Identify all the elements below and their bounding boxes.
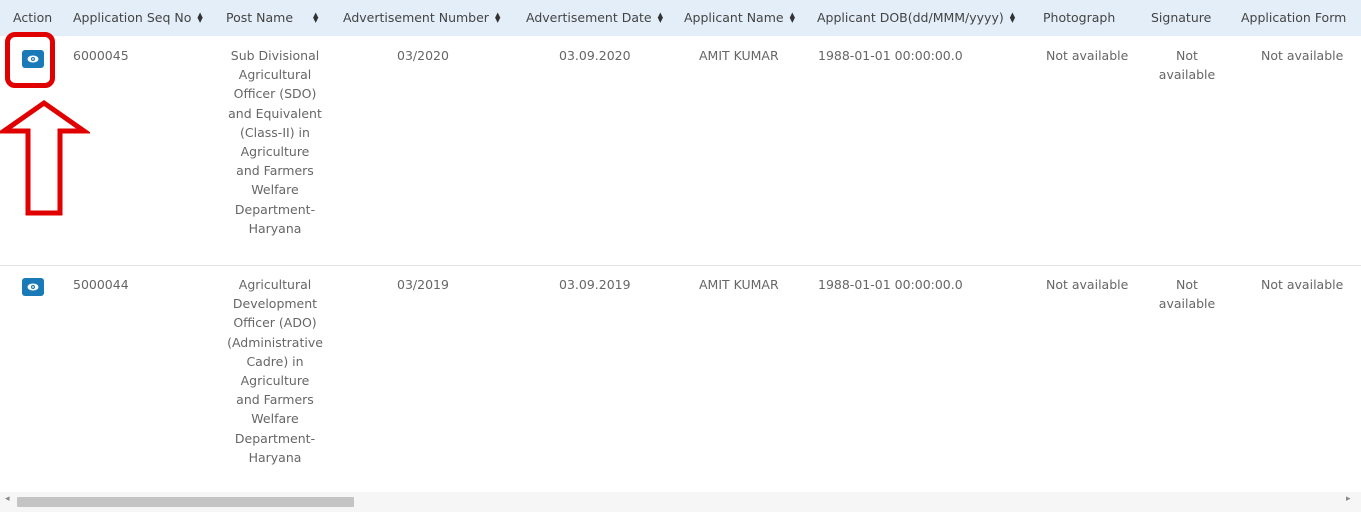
post-name-line: Haryana	[248, 220, 302, 236]
application-form: Not available	[1261, 48, 1344, 63]
sort-icon[interactable]: ▲ ▼	[790, 11, 795, 23]
sort-icon[interactable]: ▲ ▼	[1010, 11, 1015, 23]
view-button[interactable]	[22, 278, 44, 296]
scrollbar-thumb[interactable]	[17, 497, 354, 507]
sort-icon[interactable]: ▲ ▼	[495, 11, 500, 23]
col-header-dob[interactable]: Applicant DOB(dd/MMM/yyyy) ▲ ▼	[817, 10, 1015, 25]
photograph: Not available	[1046, 277, 1129, 292]
applicant-name: AMIT KUMAR	[699, 48, 779, 63]
seq-no: 6000045	[73, 48, 129, 63]
post-name-line: and Equivalent	[228, 105, 322, 121]
post-name-line: Agricultural	[238, 67, 312, 83]
adv-date: 03.09.2020	[559, 48, 631, 63]
post-name-line: and Farmers	[236, 392, 314, 408]
signature-line: Not	[1176, 48, 1198, 63]
table-header: Action Application Seq No ▲ ▼ Post Name ▲…	[0, 0, 1361, 36]
sort-icon[interactable]: ▲ ▼	[313, 11, 318, 23]
dob: 1988-01-01 00:00:00.0	[818, 48, 963, 63]
row-divider	[0, 265, 1361, 266]
sort-icon[interactable]: ▲ ▼	[197, 11, 202, 23]
adv-number: 03/2019	[397, 277, 449, 292]
applicant-name: AMIT KUMAR	[699, 277, 779, 292]
post-name-line: Cadre) in	[246, 353, 304, 369]
signature: Not available	[1157, 275, 1217, 313]
post-name-line: Welfare	[251, 411, 299, 427]
scroll-left-icon[interactable]: ◂	[5, 494, 10, 504]
scroll-right-icon[interactable]: ▸	[1346, 494, 1351, 504]
col-header-action: Action	[13, 10, 53, 25]
sort-icon[interactable]: ▲ ▼	[658, 11, 663, 23]
post-name-line: Agriculture	[240, 144, 310, 160]
post-name-line: and Farmers	[236, 163, 314, 179]
post-name-line: Officer (SDO)	[233, 86, 317, 102]
col-header-post-name[interactable]: Post Name ▲ ▼	[226, 10, 318, 25]
post-name: Sub Divisional Agricultural Officer (SDO) a…	[225, 46, 325, 238]
post-name-line: (Class-II) in	[240, 124, 310, 140]
col-header-photograph: Photograph	[1043, 10, 1116, 25]
col-header-seq-no[interactable]: Application Seq No ▲ ▼	[73, 10, 203, 25]
application-form: Not available	[1261, 277, 1344, 292]
arrow-up-icon	[0, 99, 90, 216]
highlight-box	[5, 32, 55, 88]
col-header-adv-number[interactable]: Advertisement Number ▲ ▼	[343, 10, 500, 25]
post-name-line: Officer (ADO)	[233, 315, 317, 331]
post-name-line: Welfare	[251, 182, 299, 198]
post-name-line: Department-	[234, 430, 316, 446]
col-header-adv-date[interactable]: Advertisement Date ▲ ▼	[526, 10, 663, 25]
eye-icon	[27, 283, 39, 291]
post-name-line: (Administrative	[227, 334, 323, 350]
post-name: Agricultural Development Officer (ADO) (Adm…	[225, 275, 325, 467]
post-name-line: Agricultural	[238, 277, 312, 292]
col-header-signature: Signature	[1151, 10, 1212, 25]
post-name-line: Sub Divisional	[230, 48, 320, 63]
post-name-line: Haryana	[248, 449, 302, 465]
seq-no: 5000044	[73, 277, 129, 292]
col-header-applicant-name[interactable]: Applicant Name ▲ ▼	[684, 10, 795, 25]
post-name-line: Agriculture	[240, 373, 310, 389]
signature-line: available	[1158, 67, 1216, 83]
signature: Not available	[1157, 46, 1217, 84]
dob: 1988-01-01 00:00:00.0	[818, 277, 963, 292]
adv-number: 03/2020	[397, 48, 449, 63]
photograph: Not available	[1046, 48, 1129, 63]
signature-line: available	[1158, 296, 1216, 312]
col-header-application-form: Application Form	[1241, 10, 1347, 25]
signature-line: Not	[1176, 277, 1198, 292]
post-name-line: Department-	[234, 201, 316, 217]
adv-date: 03.09.2019	[559, 277, 631, 292]
post-name-line: Development	[232, 296, 318, 312]
